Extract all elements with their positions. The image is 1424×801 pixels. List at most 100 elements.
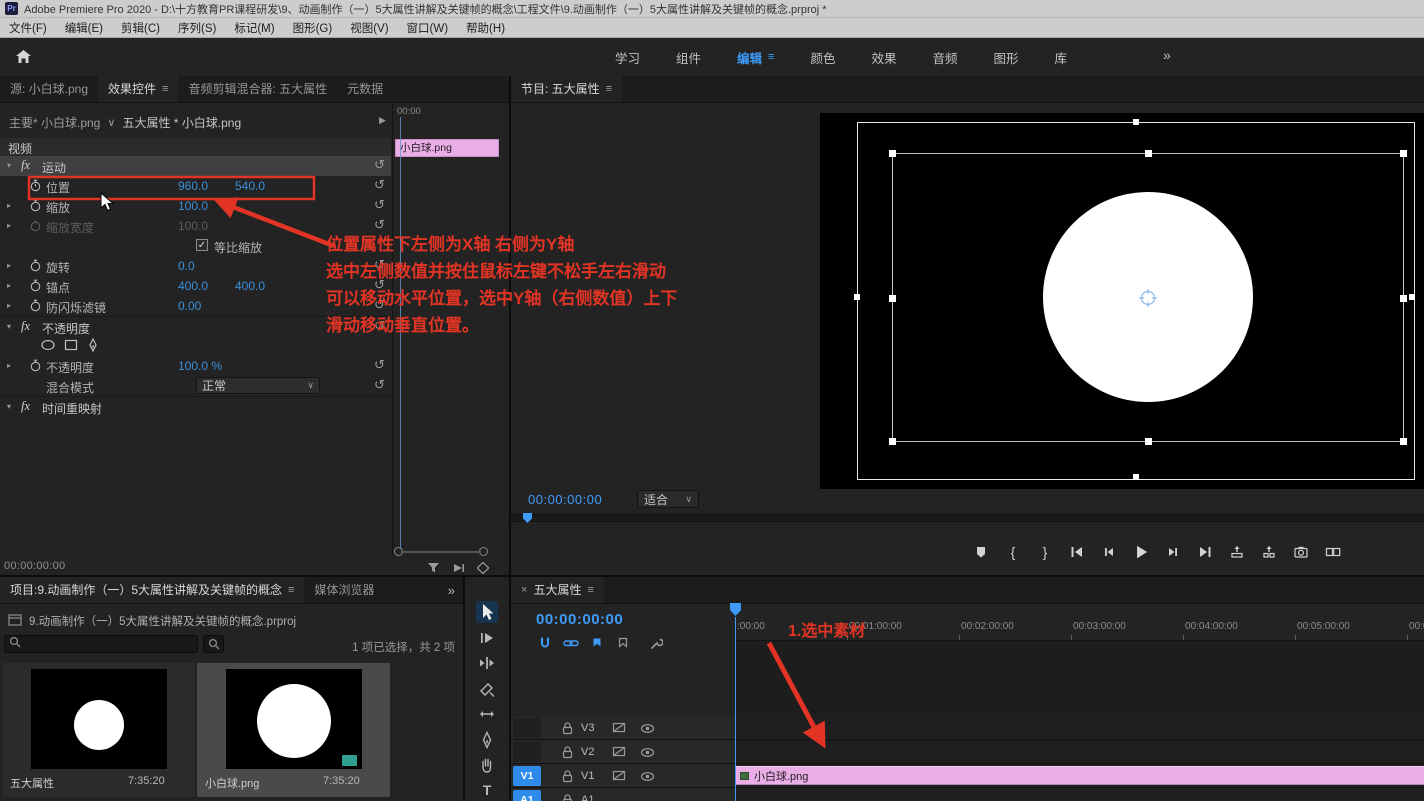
menu-file[interactable]: 文件(F) [0,20,56,36]
reset-scale-icon[interactable]: ↺ [374,197,385,213]
lift-icon[interactable] [1225,540,1249,564]
clip-selection-box[interactable] [892,153,1404,442]
twirl-closed-icon[interactable]: ▸ [7,201,11,210]
track-name[interactable]: A1 [581,794,594,801]
step-back-icon[interactable] [1097,540,1121,564]
tab-program-monitor[interactable]: 节目: 五大属性≡ [511,76,622,102]
hand-tool[interactable] [476,754,498,776]
track-v3-header[interactable]: V3 [511,717,735,740]
add-marker-icon[interactable] [969,540,993,564]
source-track-indicator[interactable] [513,718,541,738]
rotation-value[interactable]: 0.0 [178,259,195,273]
selection-handle[interactable] [889,150,896,157]
mark-in-icon[interactable]: { [1001,540,1025,564]
position-y-value[interactable]: 540.0 [235,179,265,193]
selection-handle[interactable] [1400,295,1407,302]
source-track-indicator[interactable]: V1 [513,766,541,786]
chevron-down-icon[interactable]: ∨ [107,116,115,129]
track-output-eye-icon[interactable] [640,721,655,739]
workspace-tab-color[interactable]: 颜色 [810,48,835,67]
tab-source-monitor[interactable]: 源: 小白球.png [0,76,98,102]
timeline-playhead-line[interactable] [735,617,736,801]
twirl-open-icon[interactable]: ▾ [7,322,11,331]
timeline-settings-wrench-icon[interactable] [647,635,665,651]
sequence-clip-label[interactable]: 五大属性 * 小白球.png [122,114,241,131]
menu-edit[interactable]: 编辑(E) [56,20,112,36]
stopwatch-icon[interactable] [29,199,42,217]
go-to-in-icon[interactable] [1065,540,1089,564]
workspace-tab-editing[interactable]: 编辑≡ [737,48,774,67]
workspace-tab-graphics[interactable]: 图形 [994,48,1019,67]
track-a1-lane[interactable] [735,789,1424,801]
tab-metadata[interactable]: 元数据 [337,76,393,102]
time-remap-effect-row[interactable]: ▾ fx 时间重映射 [0,396,391,416]
twirl-closed-icon[interactable]: ▸ [7,261,11,270]
search-input[interactable] [4,635,198,653]
tab-effect-controls[interactable]: 效果控件≡ [98,76,178,102]
panel-menu-icon[interactable]: ≡ [288,577,294,604]
menu-help[interactable]: 帮助(H) [457,20,514,36]
track-name[interactable]: V3 [581,722,594,734]
ellipse-mask-icon[interactable] [40,338,56,357]
tab-audio-mixer[interactable]: 音频剪辑混合器: 五大属性 [178,76,337,102]
panel-overflow-icon[interactable]: » [448,583,455,598]
workspace-tab-libraries[interactable]: 库 [1055,48,1068,67]
pen-mask-icon[interactable] [86,338,100,357]
filter-icon[interactable] [427,561,440,575]
program-monitor-video[interactable] [820,113,1424,489]
reset-opacity-icon[interactable]: ↺ [374,357,385,373]
selection-handle[interactable] [1400,150,1407,157]
track-v1-header[interactable]: V1 V1 [511,765,735,788]
selection-handle[interactable] [889,438,896,445]
menu-sequence[interactable]: 序列(S) [169,20,225,36]
add-marker-icon[interactable] [588,635,606,651]
tab-sequence[interactable]: × 五大属性 ≡ [511,577,604,603]
mark-out-icon[interactable]: } [1033,540,1057,564]
stopwatch-icon[interactable] [29,359,42,377]
go-to-out-icon[interactable] [1193,540,1217,564]
sequence-thumbnail[interactable] [31,669,167,769]
anchor-y-value[interactable]: 400.0 [235,279,265,293]
selection-handle[interactable] [889,295,896,302]
stopwatch-icon[interactable] [29,279,42,297]
stopwatch-icon[interactable] [29,179,42,197]
marker-icon[interactable] [614,635,632,651]
panel-menu-icon[interactable]: ≡ [162,76,168,103]
menu-marker[interactable]: 标记(M) [225,20,283,36]
mini-timeline-clip[interactable]: 小白球.png [395,139,499,157]
workspace-tab-learning[interactable]: 学习 [615,48,640,67]
track-v2-header[interactable]: V2 [511,741,735,764]
track-output-eye-icon[interactable] [640,745,655,763]
twirl-open-icon[interactable]: ▾ [7,161,11,170]
reset-effect-icon[interactable]: ↺ [374,157,385,173]
track-a1-header[interactable]: A1 A1 [511,789,735,801]
slip-tool[interactable] [476,703,498,725]
sync-lock-icon[interactable] [612,745,626,763]
menu-window[interactable]: 窗口(W) [398,20,458,36]
sync-lock-icon[interactable] [612,769,626,787]
program-scrubber[interactable] [511,514,1424,522]
stopwatch-icon[interactable] [29,259,42,277]
panel-menu-icon[interactable]: ≡ [587,577,593,604]
zoom-scrollbar[interactable] [401,551,481,553]
track-v3-lane[interactable] [735,717,1424,740]
selection-tool[interactable] [476,601,498,623]
program-timecode[interactable]: 00:00:00:00 [528,492,602,507]
position-property-row[interactable]: 位置 960.0 540.0 ↺ [0,176,391,196]
master-clip-label[interactable]: 主要* 小白球.png [9,114,100,131]
ripple-edit-tool[interactable] [476,652,498,674]
twirl-open-icon[interactable]: ▾ [7,402,11,411]
opacity-value[interactable]: 100.0 % [178,359,222,373]
stopwatch-icon[interactable] [29,299,42,317]
play-icon[interactable] [1129,540,1153,564]
project-item-clip[interactable]: 小白球.png 7:35:20 [197,663,390,797]
timeline-clip[interactable]: 小白球.png [735,766,1424,785]
play-audio-icon[interactable] [452,561,465,575]
tab-media-browser[interactable]: 媒体浏览器 [304,577,384,603]
anchor-point-target-icon[interactable] [1138,288,1158,313]
menu-graphics[interactable]: 图形(G) [284,20,342,36]
twirl-closed-icon[interactable]: ▸ [7,301,11,310]
antiflicker-value[interactable]: 0.00 [178,299,201,313]
workspace-tab-audio[interactable]: 音频 [933,48,958,67]
source-track-indicator[interactable] [513,742,541,762]
